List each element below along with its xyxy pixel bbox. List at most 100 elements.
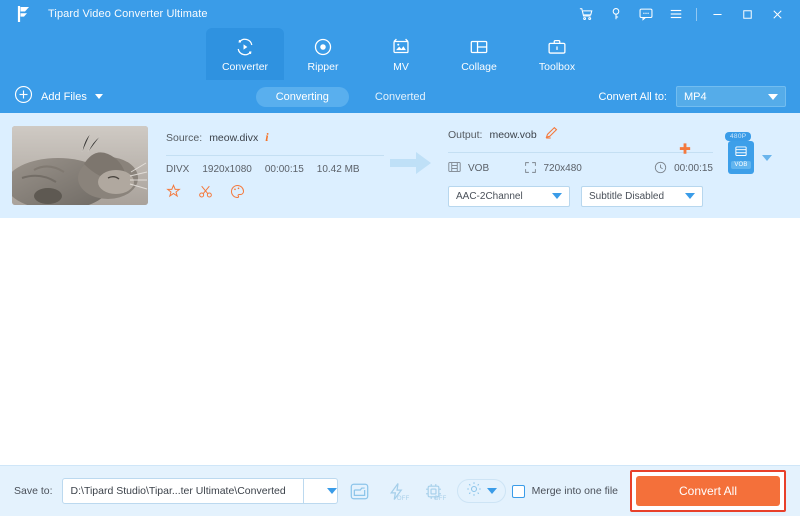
- film-icon: [448, 161, 461, 176]
- subtitle-track-select[interactable]: Subtitle Disabled: [581, 185, 703, 207]
- settings-dropdown-icon: [486, 488, 497, 494]
- output-divider: [448, 151, 713, 153]
- gpu-state-label: OFF: [433, 496, 447, 502]
- tab-converter[interactable]: Converter: [206, 28, 284, 80]
- save-to-label: Save to:: [14, 485, 53, 497]
- source-resolution: 1920x1080: [202, 163, 252, 175]
- main-nav-tabs: Converter Ripper MV Collage Toolbox: [0, 28, 800, 80]
- audio-track-value: AAC-2Channel: [456, 190, 523, 202]
- format-preset-group: 480P VOB: [725, 132, 772, 174]
- tab-label: Ripper: [307, 60, 339, 73]
- clock-icon: [654, 161, 667, 177]
- tab-converted[interactable]: Converted: [355, 87, 446, 107]
- chevron-down-icon: [552, 193, 562, 199]
- maximize-icon[interactable]: [732, 1, 762, 27]
- audio-track-select[interactable]: AAC-2Channel: [448, 185, 570, 207]
- settings-button[interactable]: [456, 479, 506, 503]
- tab-ripper[interactable]: Ripper: [284, 28, 362, 80]
- bottom-bar: Save to: D:\Tipard Studio\Tipar...ter Ul…: [0, 465, 800, 516]
- chevron-down-icon: [326, 488, 337, 494]
- tab-converting[interactable]: Converting: [255, 86, 349, 107]
- speed-toggle-button[interactable]: OFF: [382, 477, 412, 505]
- output-header-row: Output: meow.vob: [448, 125, 713, 145]
- tab-label: Collage: [461, 60, 497, 73]
- tab-label: Toolbox: [538, 60, 576, 73]
- window-controls: [571, 1, 792, 27]
- trim-icon[interactable]: [198, 184, 213, 204]
- source-divider: [166, 154, 384, 156]
- gear-icon: [466, 481, 482, 502]
- mv-icon: [390, 36, 412, 58]
- source-codec: DIVX: [166, 163, 190, 175]
- source-meta-row: DIVX 1920x1080 00:00:15 10.42 MB: [166, 164, 384, 175]
- save-path-input[interactable]: D:\Tipard Studio\Tipar...ter Ultimate\Co…: [61, 478, 304, 504]
- output-resolution: 720x480: [543, 163, 582, 174]
- edit-icon[interactable]: [166, 183, 181, 204]
- convert-all-button[interactable]: Convert All: [636, 476, 780, 506]
- file-list-area: Source: meow.divx i DIVX 1920x1080 00:00…: [0, 113, 800, 465]
- source-duration: 00:00:15: [264, 163, 304, 175]
- add-files-button[interactable]: Add Files: [14, 85, 103, 109]
- status-filter-tabs: Converting Converted: [255, 86, 446, 107]
- video-thumbnail[interactable]: [12, 126, 148, 205]
- merge-label: Merge into one file: [531, 485, 618, 497]
- control-divider: [696, 7, 697, 21]
- tipard-logo-icon: [14, 3, 36, 25]
- checkbox-box: [511, 484, 525, 498]
- convert-all-highlight: Convert All: [630, 470, 786, 512]
- format-dropdown-icon[interactable]: [762, 154, 772, 161]
- gpu-toggle-button[interactable]: OFF: [419, 477, 449, 505]
- key-icon[interactable]: [601, 1, 631, 27]
- plus-orange-icon[interactable]: [677, 142, 693, 163]
- output-filename: meow.vob: [489, 128, 537, 141]
- collage-icon: [468, 36, 490, 58]
- ripper-icon: [312, 36, 334, 58]
- pencil-icon[interactable]: [544, 125, 559, 145]
- convert-all-format-select[interactable]: MP4: [676, 86, 786, 107]
- app-title: Tipard Video Converter Ultimate: [48, 8, 208, 20]
- menu-icon[interactable]: [661, 1, 691, 27]
- tab-mv[interactable]: MV: [362, 28, 440, 80]
- convert-arrow-icon: [390, 150, 432, 181]
- output-panel: Output: meow.vob VOB 720x480 00:00:15 AA…: [448, 125, 713, 207]
- minimize-icon[interactable]: [702, 1, 732, 27]
- source-header-row: Source: meow.divx i: [166, 128, 384, 148]
- cart-icon[interactable]: [571, 1, 601, 27]
- resize-icon: [524, 161, 537, 177]
- format-preset-icon[interactable]: 480P VOB: [725, 132, 754, 174]
- info-icon[interactable]: i: [265, 130, 268, 145]
- source-panel: Source: meow.divx i DIVX 1920x1080 00:00…: [166, 128, 384, 204]
- close-icon[interactable]: [762, 1, 792, 27]
- merge-into-one-file-checkbox[interactable]: Merge into one file: [511, 484, 618, 498]
- open-folder-button[interactable]: [345, 477, 375, 505]
- title-header: Tipard Video Converter Ultimate Converte…: [0, 0, 800, 80]
- chevron-down-icon: [768, 93, 778, 100]
- plus-circle-icon: [14, 85, 33, 109]
- feedback-icon[interactable]: [631, 1, 661, 27]
- tab-collage[interactable]: Collage: [440, 28, 518, 80]
- tab-label: Converter: [221, 60, 269, 73]
- add-files-dropdown-icon[interactable]: [94, 94, 103, 99]
- output-label: Output:: [448, 128, 483, 141]
- source-filename: meow.divx: [209, 131, 259, 144]
- effect-icon[interactable]: [230, 184, 245, 204]
- app-window: Tipard Video Converter Ultimate Converte…: [0, 0, 800, 516]
- speed-state-label: OFF: [396, 496, 410, 502]
- source-label: Source:: [166, 131, 203, 144]
- file-card: Source: meow.divx i DIVX 1920x1080 00:00…: [0, 113, 800, 218]
- track-selectors: AAC-2Channel Subtitle Disabled: [448, 185, 713, 207]
- output-duration: 00:00:15: [674, 163, 713, 174]
- convert-all-to-label: Convert All to:: [598, 90, 667, 103]
- title-bar: Tipard Video Converter Ultimate: [0, 0, 800, 28]
- save-path-value: D:\Tipard Studio\Tipar...ter Ultimate\Co…: [70, 485, 286, 497]
- add-files-label: Add Files: [41, 90, 87, 103]
- save-path-dropdown[interactable]: [303, 478, 338, 504]
- convert-all-to-group: Convert All to: MP4: [599, 86, 786, 107]
- quality-badge: 480P: [725, 132, 752, 141]
- tab-toolbox[interactable]: Toolbox: [518, 28, 596, 80]
- output-meta-row: VOB 720x480 00:00:15: [448, 161, 713, 177]
- toolbox-icon: [546, 36, 568, 58]
- chevron-down-icon: [685, 193, 695, 199]
- format-badge-label: VOB: [731, 161, 751, 169]
- source-filesize: 10.42 MB: [316, 163, 360, 175]
